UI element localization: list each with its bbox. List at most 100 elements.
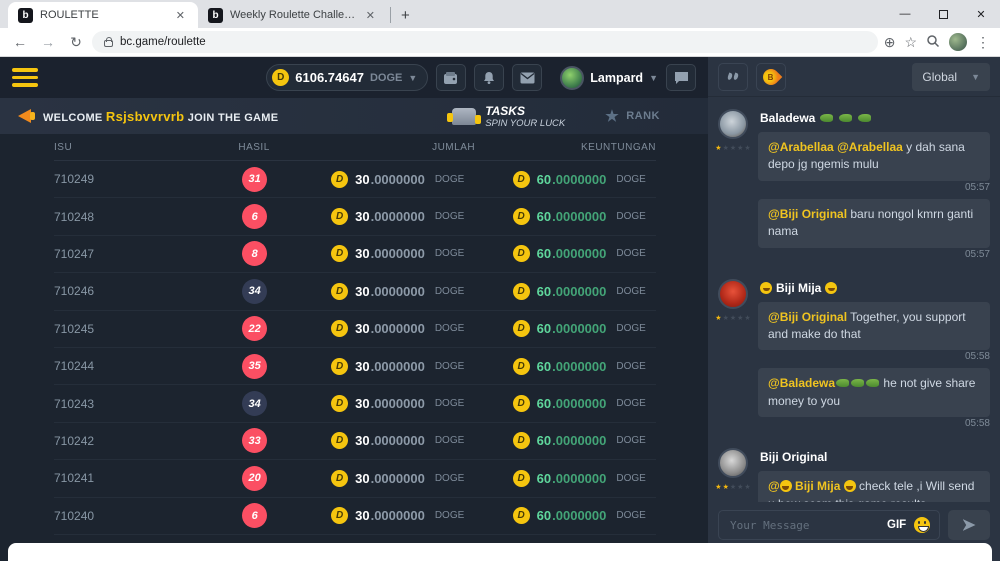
bet-id: 710242 — [54, 434, 178, 448]
rain-icon — [728, 73, 738, 80]
user-mention[interactable]: @Arabellaa — [768, 140, 834, 154]
table-row[interactable]: 71024334D30.0000000DOGED60.0000000DOGE — [54, 385, 656, 422]
user-mention[interactable]: @Baladewa — [768, 376, 835, 390]
mail-button[interactable] — [512, 64, 542, 91]
user-menu[interactable]: Lampard ▼ — [560, 66, 658, 90]
gif-button[interactable]: GIF — [887, 519, 906, 531]
avatar[interactable] — [718, 279, 748, 309]
chat-username[interactable]: Biji Original — [760, 450, 990, 464]
wallet-button[interactable] — [436, 64, 466, 91]
notifications-bell-button[interactable] — [474, 64, 504, 91]
welcome-banner: WELCOME Rsjsbvvrvrb JOIN THE GAME TASKS … — [0, 98, 708, 134]
back-icon[interactable]: ← — [8, 34, 32, 50]
amount-currency: DOGE — [435, 248, 464, 259]
doge-coin-icon: D — [331, 470, 348, 487]
tab-close-icon[interactable]: ✕ — [363, 8, 378, 23]
star-icon: ★ — [744, 314, 750, 322]
doge-coin-icon: D — [272, 69, 289, 86]
window-close-button[interactable]: ✕ — [962, 0, 1000, 28]
amount-currency: DOGE — [435, 323, 464, 334]
table-row[interactable]: 71024634D30.0000000DOGED60.0000000DOGE — [54, 273, 656, 310]
table-row[interactable]: 71024120D30.0000000DOGED60.0000000DOGE — [54, 460, 656, 497]
lizard-emoji-icon — [836, 379, 849, 387]
doge-coin-icon: D — [513, 245, 530, 262]
user-mention[interactable]: @Biji Original — [768, 310, 847, 324]
profit-amount: D60.0000000DOGE — [513, 171, 656, 188]
message-input[interactable] — [728, 518, 879, 533]
browser-menu-icon[interactable]: ⋮ — [976, 34, 990, 51]
amount-integer: 30 — [355, 284, 369, 299]
rank-button[interactable]: ★ RANK — [605, 107, 660, 125]
chat-toggle-button[interactable] — [666, 64, 696, 91]
amount-currency: DOGE — [616, 174, 645, 185]
amount-decimals: .0000000 — [552, 471, 606, 486]
address-bar[interactable]: bc.game/roulette — [92, 31, 878, 53]
avatar[interactable] — [718, 109, 748, 139]
chat-message-group: ★★★★★Biji Mija@Biji Original Together, y… — [716, 279, 990, 436]
chat-username[interactable]: Baladewa — [760, 111, 990, 125]
tab-roulette[interactable]: b ROULETTE ✕ — [8, 2, 198, 28]
table-row[interactable]: 71024435D30.0000000DOGED60.0000000DOGE — [54, 348, 656, 385]
result-number-badge: 20 — [242, 466, 267, 491]
user-mention[interactable]: @Biji Original — [768, 207, 847, 221]
chevron-down-icon: ▼ — [408, 73, 417, 83]
amount-decimals: .0000000 — [371, 359, 425, 374]
site-header: D 6106.74647 DOGE ▼ Lampard ▼ — [0, 57, 708, 98]
results-body: 71024931D30.0000000DOGED60.0000000DOGE71… — [54, 161, 708, 535]
tab-close-icon[interactable]: ✕ — [173, 8, 188, 23]
table-row[interactable]: 71024931D30.0000000DOGED60.0000000DOGE — [54, 161, 656, 198]
forward-icon[interactable]: → — [36, 34, 60, 50]
new-tab-button[interactable]: + — [393, 7, 420, 28]
amount-decimals: .0000000 — [371, 433, 425, 448]
tab-separator — [390, 7, 391, 23]
result-cell: 6 — [178, 204, 331, 229]
chat-username[interactable]: Biji Mija — [760, 281, 990, 295]
user-mention[interactable]: @ — [768, 479, 780, 493]
message-timestamp: 05:58 — [965, 351, 990, 362]
browser-profile-avatar[interactable] — [949, 33, 967, 51]
tab-weekly-challenge[interactable]: b Weekly Roulette Challenge - Win ✕ — [198, 2, 388, 28]
amount-currency: DOGE — [435, 174, 464, 185]
grin-emoji-icon — [825, 282, 837, 294]
user-mention[interactable]: Biji Mija — [792, 479, 844, 493]
amount-currency: DOGE — [616, 435, 645, 446]
star-icon: ★ — [715, 144, 721, 152]
reload-icon[interactable]: ↻ — [64, 34, 88, 51]
user-mention[interactable]: @Arabellaa — [837, 140, 903, 154]
balance-dropdown[interactable]: D 6106.74647 DOGE ▼ — [266, 64, 428, 91]
table-row[interactable]: 7102486D30.0000000DOGED60.0000000DOGE — [54, 198, 656, 235]
bookmark-star-icon[interactable]: ☆ — [904, 34, 917, 51]
lizard-emoji-icon — [851, 379, 864, 387]
table-row[interactable]: 71024522D30.0000000DOGED60.0000000DOGE — [54, 311, 656, 348]
result-number-badge: 33 — [242, 428, 267, 453]
rank-stars: ★★★★★ — [715, 483, 750, 491]
amount-currency: DOGE — [435, 398, 464, 409]
amount-decimals: .0000000 — [552, 433, 606, 448]
message-input-box[interactable]: GIF — [718, 510, 940, 540]
chat-message: @Arabellaa @Arabellaa y dah sana depo jg… — [758, 132, 990, 191]
tasks-button[interactable]: TASKS SPIN YOUR LUCK — [452, 104, 565, 129]
circle-plus-icon[interactable]: ⊕ — [884, 34, 896, 51]
table-row[interactable]: 71024233D30.0000000DOGED60.0000000DOGE — [54, 423, 656, 460]
send-message-button[interactable] — [948, 510, 990, 540]
window-minimize-button[interactable]: — — [886, 0, 924, 28]
coin-drop-button[interactable]: B — [756, 63, 786, 91]
amount-integer: 60 — [537, 246, 551, 261]
table-row[interactable]: 7102478D30.0000000DOGED60.0000000DOGE — [54, 236, 656, 273]
message-column: Biji Original@ Biji Mija check tele ,i W… — [758, 448, 990, 502]
lizard-emoji-icon — [858, 114, 871, 122]
amount-currency: DOGE — [616, 248, 645, 259]
amount-currency: DOGE — [616, 361, 645, 372]
lock-icon — [104, 40, 113, 47]
emoji-picker-icon[interactable] — [914, 517, 930, 533]
chat-message: @Biji Original Together, you support and… — [758, 302, 990, 361]
window-maximize-button[interactable] — [924, 0, 962, 28]
rain-button[interactable] — [718, 63, 748, 91]
amount-integer: 60 — [537, 396, 551, 411]
hamburger-menu-icon[interactable] — [12, 68, 38, 87]
message-bubble: @Arabellaa @Arabellaa y dah sana depo jg… — [758, 132, 990, 181]
chat-channel-dropdown[interactable]: Global ▼ — [912, 63, 990, 91]
table-row[interactable]: 7102406D30.0000000DOGED60.0000000DOGE — [54, 498, 656, 535]
search-extension-icon[interactable] — [926, 34, 940, 51]
avatar[interactable] — [718, 448, 748, 478]
